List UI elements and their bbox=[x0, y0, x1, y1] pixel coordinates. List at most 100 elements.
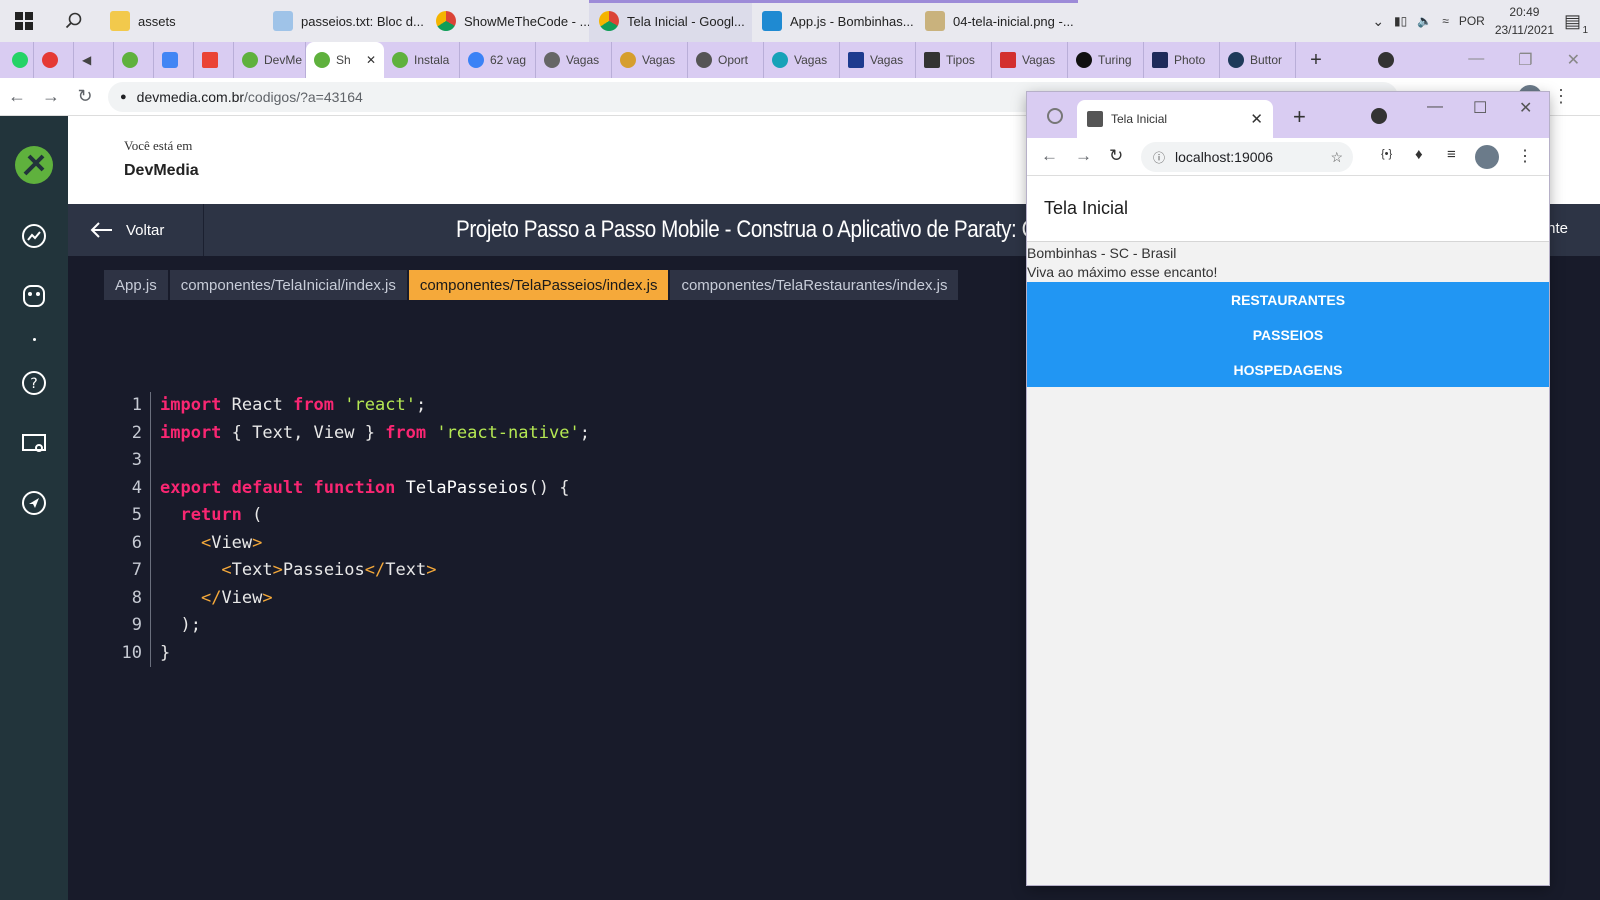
browser-tab[interactable]: Vagas bbox=[840, 42, 916, 78]
url-text: localhost:19006 bbox=[1175, 149, 1274, 165]
taskbar-window-vscode[interactable]: App.js - Bombinhas... bbox=[752, 0, 915, 42]
line-number: 5 bbox=[131, 505, 142, 525]
close-icon[interactable]: ✕ bbox=[1250, 110, 1263, 128]
minimize-icon[interactable]: — bbox=[1468, 50, 1484, 70]
jobs-icon bbox=[468, 52, 484, 68]
taskbar-window-assets[interactable]: assets bbox=[100, 0, 263, 42]
preview-tab-title: Tela Inicial bbox=[1111, 112, 1168, 126]
restaurantes-button[interactable]: RESTAURANTES bbox=[1027, 282, 1549, 317]
address-bar[interactable]: ⓘ localhost:19006 ☆ bbox=[1141, 142, 1353, 172]
forward-arrow-icon[interactable]: → bbox=[1075, 146, 1092, 166]
file-tab-tela-restaurantes[interactable]: componentes/TelaRestaurantes/index.js bbox=[670, 270, 959, 300]
mascot-icon[interactable] bbox=[18, 280, 50, 312]
tab-search-icon[interactable] bbox=[1371, 108, 1387, 124]
taskbar-search-button[interactable] bbox=[48, 0, 100, 42]
clock-time: 20:49 bbox=[1509, 5, 1540, 19]
browser-tab[interactable] bbox=[194, 42, 234, 78]
forward-arrow-icon[interactable]: → bbox=[34, 86, 68, 107]
browser-tab[interactable]: Photo bbox=[1144, 42, 1220, 78]
browser-tab[interactable] bbox=[114, 42, 154, 78]
battery-icon[interactable]: ▮▯ bbox=[1394, 14, 1407, 28]
chevron-up-icon[interactable]: ⌄ bbox=[1372, 13, 1384, 30]
profile-avatar[interactable] bbox=[1475, 145, 1499, 169]
line-number: 9 bbox=[131, 615, 142, 635]
browser-tab[interactable]: Vagas bbox=[992, 42, 1068, 78]
browser-tab[interactable] bbox=[34, 42, 74, 78]
close-window-icon[interactable]: ✕ bbox=[1519, 98, 1532, 118]
browser-tab[interactable] bbox=[154, 42, 194, 78]
browser-tab[interactable]: DevMe bbox=[234, 42, 306, 78]
bookmark-star-icon[interactable]: ☆ bbox=[1330, 149, 1343, 166]
language-indicator[interactable]: POR bbox=[1459, 14, 1485, 28]
new-tab-button[interactable]: + bbox=[1293, 104, 1306, 130]
close-icon[interactable]: ✕ bbox=[366, 53, 376, 67]
page-title: Projeto Passo a Passo Mobile - Construa … bbox=[456, 216, 1047, 243]
file-tab-tela-inicial[interactable]: componentes/TelaInicial/index.js bbox=[169, 270, 407, 300]
browser-tab-label: Vagas bbox=[642, 53, 676, 67]
volume-icon[interactable]: 🔈 bbox=[1417, 14, 1432, 28]
browser-tab[interactable]: Vagas bbox=[764, 42, 840, 78]
reload-icon[interactable]: ↻ bbox=[68, 86, 102, 107]
globe-icon bbox=[544, 52, 560, 68]
browser-tab[interactable]: Vagas bbox=[612, 42, 688, 78]
breadcrumb[interactable]: DevMedia bbox=[124, 162, 199, 180]
reload-icon[interactable]: ↻ bbox=[1109, 146, 1123, 166]
restore-icon[interactable]: ❐ bbox=[1518, 50, 1532, 70]
new-tab-button[interactable]: + bbox=[1296, 49, 1336, 72]
browser-tab[interactable]: Oport bbox=[688, 42, 764, 78]
certificate-icon[interactable] bbox=[18, 427, 50, 459]
browser-tab-active[interactable]: Sh ✕ bbox=[306, 42, 384, 78]
browser-tab[interactable]: Tipos bbox=[916, 42, 992, 78]
more-menu-icon[interactable]: ⋮ bbox=[1552, 86, 1570, 107]
browser-tab[interactable]: Turing bbox=[1068, 42, 1144, 78]
tab-group-icon[interactable] bbox=[1047, 108, 1063, 124]
devmedia-logo[interactable] bbox=[15, 146, 53, 184]
line-number: 10 bbox=[121, 642, 142, 663]
browser-tab[interactable]: Instala bbox=[384, 42, 460, 78]
hospedagens-button[interactable]: HOSPEDAGENS bbox=[1027, 352, 1549, 387]
notification-icon[interactable]: ▤ 1 bbox=[1564, 11, 1588, 36]
browser-tab[interactable]: ◀ bbox=[74, 42, 114, 78]
next-button[interactable]: nte bbox=[1547, 220, 1568, 237]
navigation-icon[interactable] bbox=[18, 487, 50, 519]
wifi-icon[interactable]: ≈ bbox=[1442, 14, 1449, 28]
file-tab-app[interactable]: App.js bbox=[104, 270, 168, 300]
lock-icon: ● bbox=[120, 90, 127, 103]
windows-start-button[interactable] bbox=[0, 0, 48, 42]
reading-list-icon[interactable]: ≡ bbox=[1447, 146, 1456, 163]
more-menu-icon[interactable]: ⋮ bbox=[1517, 146, 1533, 166]
taskbar-window-tela-inicial[interactable]: Tela Inicial - Googl... bbox=[589, 0, 752, 42]
help-icon[interactable]: ? bbox=[18, 367, 50, 399]
line-number: 7 bbox=[131, 560, 142, 580]
taskbar-window-label: passeios.txt: Bloc d... bbox=[301, 13, 424, 29]
back-arrow-icon[interactable]: ← bbox=[0, 86, 34, 107]
minimize-icon[interactable]: — bbox=[1427, 98, 1443, 116]
devmedia-icon bbox=[392, 52, 408, 68]
preview-tab[interactable]: Tela Inicial ✕ bbox=[1077, 100, 1273, 138]
browser-tab[interactable]: Buttor bbox=[1220, 42, 1296, 78]
taskbar-window-notepad[interactable]: passeios.txt: Bloc d... bbox=[263, 0, 426, 42]
vscode-icon bbox=[762, 11, 782, 31]
maximize-icon[interactable]: ☐ bbox=[1473, 98, 1487, 118]
passeios-button[interactable]: PASSEIOS bbox=[1027, 317, 1549, 352]
close-window-icon[interactable]: ✕ bbox=[1567, 50, 1580, 70]
browser-tab[interactable]: 62 vag bbox=[460, 42, 536, 78]
extension-icon[interactable]: {•} bbox=[1381, 148, 1392, 160]
browser-tab-label: Buttor bbox=[1250, 53, 1283, 67]
taskbar-window-paint[interactable]: 04-tela-inicial.png -... bbox=[915, 0, 1078, 42]
taskbar-window-showmethecode[interactable]: ShowMeTheCode - ... bbox=[426, 0, 589, 42]
dashboard-icon[interactable] bbox=[18, 220, 50, 252]
browser-tab[interactable] bbox=[0, 42, 34, 78]
file-tab-tela-passeios[interactable]: componentes/TelaPasseios/index.js bbox=[408, 270, 669, 300]
tab-search-icon[interactable] bbox=[1378, 52, 1394, 68]
clock[interactable]: 20:49 23/11/2021 bbox=[1495, 3, 1554, 39]
browser-tab[interactable]: Vagas bbox=[536, 42, 612, 78]
app-screen: Tela Inicial Bombinhas - SC - Brasil Viv… bbox=[1027, 176, 1549, 885]
puzzle-icon[interactable]: ♦ bbox=[1415, 146, 1423, 163]
back-button[interactable]: Voltar bbox=[68, 204, 204, 256]
back-arrow-icon[interactable]: ← bbox=[1041, 146, 1058, 166]
line-number: 8 bbox=[131, 587, 142, 608]
window-controls: — ❐ ✕ bbox=[1468, 50, 1600, 70]
gmail-icon bbox=[202, 52, 218, 68]
preview-tab-strip: Tela Inicial ✕ + — ☐ ✕ bbox=[1027, 92, 1549, 138]
